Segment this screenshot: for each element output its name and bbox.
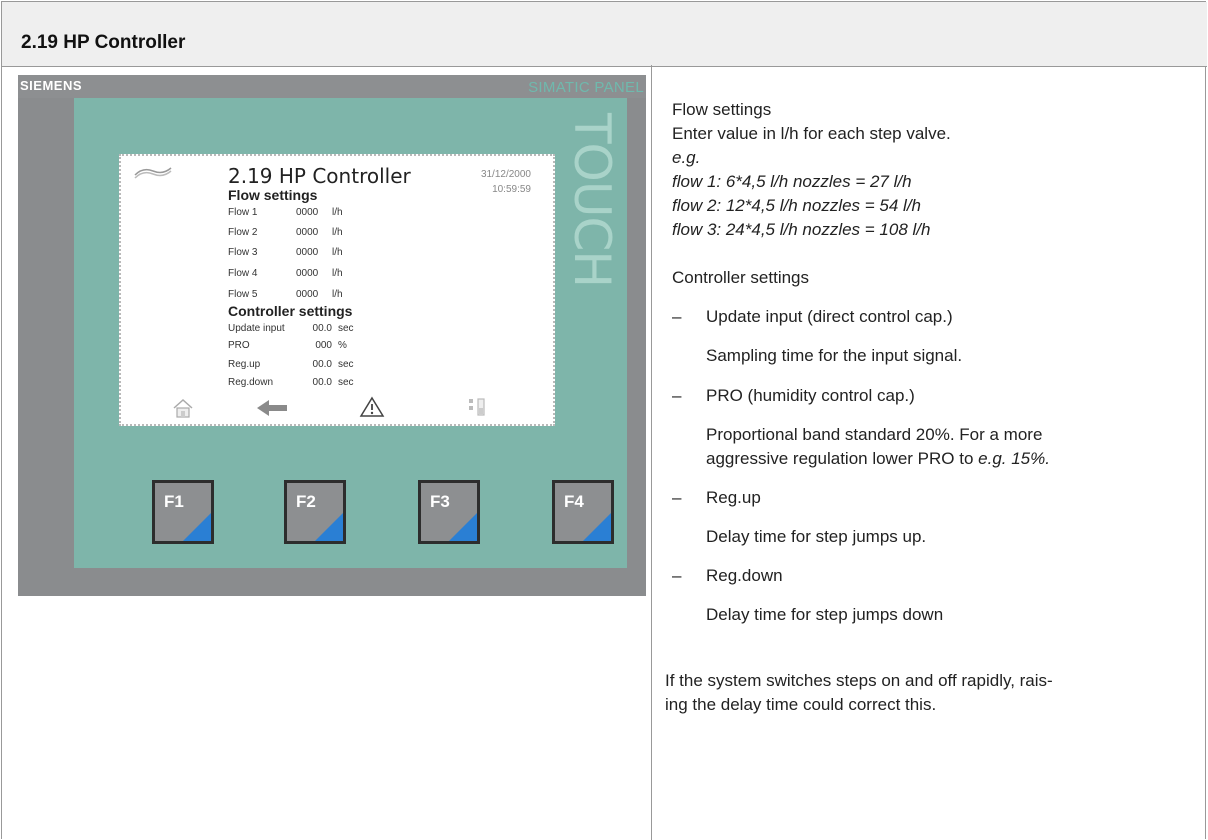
flow-value-input[interactable]: 0000 [296, 207, 318, 218]
flow-value-input[interactable]: 0000 [296, 268, 318, 279]
f2-key-face: F2 [287, 483, 343, 541]
controller-unit: % [338, 340, 347, 351]
screen-date: 31/12/2000 [480, 169, 531, 180]
flow-unit: l/h [332, 247, 343, 258]
item-description: Delay time for step jumps up. [706, 527, 927, 546]
flow-row: Flow 3 0000 l/h [228, 247, 428, 261]
flow-settings-intro: Enter value in l/h for each step valve. [672, 124, 951, 143]
section-title: 2.19 HP Controller [21, 32, 186, 53]
f2-key[interactable]: F2 [284, 480, 346, 544]
controller-row: Reg.up 00.0 sec [228, 359, 428, 373]
f2-key-label: F2 [296, 492, 316, 511]
controller-label: PRO [228, 340, 250, 351]
controller-value-input[interactable]: 00.0 [302, 323, 332, 334]
flow-label: Flow 5 [228, 289, 258, 300]
example-line: flow 2: 12*4,5 l/h nozzles = 54 l/h [672, 196, 922, 215]
flow-settings-heading: Flow settings [228, 187, 318, 203]
flow-label: Flow 3 [228, 247, 258, 258]
bullet-dash: – [672, 386, 682, 405]
f3-key-face: F3 [421, 483, 477, 541]
siemens-logo: SIEMENS [20, 78, 83, 93]
controller-label: Reg.up [228, 359, 261, 370]
f1-key-face: F1 [155, 483, 211, 541]
item-name: PRO (humidity control cap.) [706, 386, 915, 405]
f3-key[interactable]: F3 [418, 480, 480, 544]
controller-settings-title: Controller settings [672, 268, 810, 287]
flow-value-input[interactable]: 0000 [296, 289, 318, 300]
settings-slider-icon[interactable] [467, 396, 487, 418]
bullet-dash: – [672, 566, 682, 585]
f4-key-label: F4 [564, 492, 584, 511]
f1-key[interactable]: F1 [152, 480, 214, 544]
footer-note-line2: ing the delay time could correct this. [665, 695, 937, 714]
key-accent-triangle [449, 513, 477, 541]
flow-row: Flow 5 0000 l/h [228, 289, 428, 303]
example-label: e.g. [672, 148, 701, 167]
key-accent-triangle [583, 513, 611, 541]
screen-time: 10:59:59 [492, 184, 531, 195]
controller-settings-heading: Controller settings [228, 303, 353, 319]
controller-row: Update input 00.0 sec [228, 323, 428, 337]
section-header: 2.19 HP Controller [2, 2, 1207, 67]
touch-lettering: TOUCH [563, 112, 621, 287]
hmi-screen: 2.19 HP Controller 31/12/2000 10:59:59 F… [119, 154, 555, 426]
example-line: flow 1: 6*4,5 l/h nozzles = 27 l/h [672, 172, 912, 191]
flow-value-input[interactable]: 0000 [296, 247, 318, 258]
bullet-dash: – [672, 488, 682, 507]
controller-label: Reg.down [228, 377, 274, 388]
flow-label: Flow 4 [228, 268, 258, 279]
f4-key-face: F4 [555, 483, 611, 541]
flow-unit: l/h [332, 268, 343, 279]
flow-row: Flow 4 0000 l/h [228, 268, 428, 282]
item-description-example: e.g. 15%. [978, 449, 1050, 468]
touch-label: TOUCH [563, 112, 621, 287]
item-description: Sampling time for the input signal. [706, 346, 963, 365]
item-name: Update input (direct control cap.) [706, 307, 953, 326]
controller-value-input[interactable]: 00.0 [302, 377, 332, 388]
item-name: Reg.up [706, 488, 761, 507]
key-accent-triangle [183, 513, 211, 541]
flow-unit: l/h [332, 227, 343, 238]
flow-unit: l/h [332, 289, 343, 300]
flow-settings-title: Flow settings [672, 100, 772, 119]
key-accent-triangle [315, 513, 343, 541]
f1-key-label: F1 [164, 492, 184, 511]
flow-row: Flow 1 0000 l/h [228, 207, 428, 221]
controller-value-input[interactable]: 00.0 [302, 359, 332, 370]
controller-unit: sec [338, 377, 354, 388]
item-description-line2: aggressive regulation lower PRO to e.g. … [706, 449, 1050, 469]
item-name: Reg.down [706, 566, 783, 585]
controller-label: Update input [228, 323, 285, 334]
bullet-dash: – [672, 307, 682, 326]
alarm-warning-icon[interactable] [359, 396, 385, 418]
hmi-panel-image: SIEMENS SIMATIC PANEL TOUCH 2.19 HP Cont… [18, 75, 646, 596]
flow-row: Flow 2 0000 l/h [228, 227, 428, 241]
flow-label: Flow 1 [228, 207, 258, 218]
screen-title: 2.19 HP Controller [228, 164, 411, 188]
back-arrow-icon[interactable] [255, 398, 289, 418]
wave-logo-icon [134, 167, 172, 179]
controller-unit: sec [338, 323, 354, 334]
item-description-text: aggressive regulation lower PRO to [706, 449, 979, 468]
controller-row: PRO 000 % [228, 340, 428, 354]
flow-value-input[interactable]: 0000 [296, 227, 318, 238]
footer-note-line1: If the system switches steps on and off … [665, 671, 1053, 690]
f4-key[interactable]: F4 [552, 480, 614, 544]
simatic-panel-label: SIMATIC PANEL [528, 79, 644, 96]
example-line: flow 3: 24*4,5 l/h nozzles = 108 l/h [672, 220, 931, 239]
column-divider [651, 65, 652, 840]
flow-label: Flow 2 [228, 227, 258, 238]
item-description: Proportional band standard 20%. For a mo… [706, 425, 1043, 444]
item-description: Delay time for step jumps down [706, 605, 944, 624]
controller-row: Reg.down 00.0 sec [228, 377, 428, 391]
controller-unit: sec [338, 359, 354, 370]
home-icon[interactable] [171, 397, 195, 419]
flow-unit: l/h [332, 207, 343, 218]
f3-key-label: F3 [430, 492, 450, 511]
controller-value-input[interactable]: 000 [302, 340, 332, 351]
